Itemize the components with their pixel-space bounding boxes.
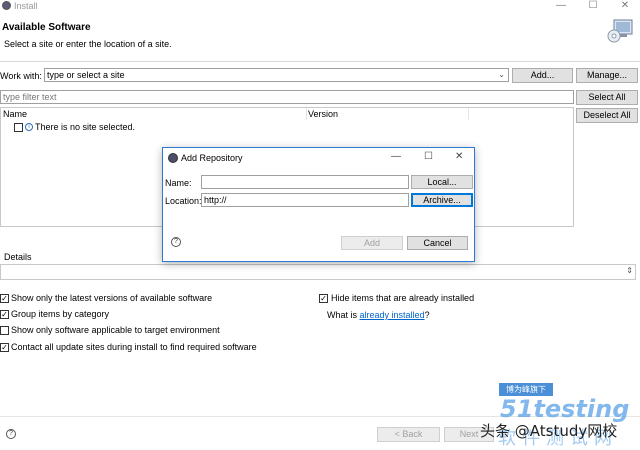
work-with-combo[interactable]: type or select a site ⌄	[44, 68, 509, 82]
dialog-close-button[interactable]: ✕	[455, 151, 463, 162]
chevron-down-icon[interactable]: ⌄	[498, 69, 505, 81]
hide-installed-checkbox[interactable]: ✓	[319, 294, 328, 303]
dialog-minimize-button[interactable]: —	[391, 151, 401, 162]
deselect-all-button[interactable]: Deselect All	[576, 108, 638, 123]
latest-versions-checkbox[interactable]: ✓	[0, 294, 9, 303]
header-divider	[0, 61, 640, 62]
applicable-only-label: Show only software applicable to target …	[11, 325, 220, 335]
help-icon[interactable]: ?	[6, 429, 16, 439]
back-button[interactable]: < Back	[377, 427, 440, 442]
empty-table-message: There is no site selected.	[35, 122, 136, 132]
what-is-prefix: What is	[327, 310, 358, 320]
page-subtitle: Select a site or enter the location of a…	[4, 39, 172, 49]
group-by-category-checkbox[interactable]: ✓	[0, 310, 9, 319]
scroll-arrows-icon[interactable]: ⇕	[626, 266, 633, 275]
dialog-maximize-button[interactable]: ☐	[424, 151, 433, 162]
column-divider	[468, 108, 469, 120]
minimize-button[interactable]: —	[548, 0, 574, 12]
dialog-title: Add Repository	[181, 153, 243, 163]
info-icon: i	[25, 123, 33, 131]
name-input[interactable]	[201, 175, 409, 189]
name-label: Name:	[165, 178, 192, 188]
eclipse-app-icon	[2, 1, 11, 10]
watermark-brand: 51testing	[500, 395, 630, 423]
manage-sites-button[interactable]: Manage...	[576, 68, 638, 83]
details-area[interactable]: ⇕	[0, 264, 636, 280]
contact-all-checkbox[interactable]: ✓	[0, 343, 9, 352]
filter-input[interactable]: type filter text	[0, 90, 574, 104]
details-label: Details	[4, 252, 32, 262]
location-label: Location:	[165, 196, 202, 206]
add-site-button[interactable]: Add...	[512, 68, 573, 83]
dialog-help-icon[interactable]: ?	[171, 237, 181, 247]
contact-all-label: Contact all update sites during install …	[11, 342, 257, 352]
archive-button[interactable]: Archive...	[411, 193, 473, 207]
add-repository-dialog: Add Repository — ☐ ✕ Name: Local... Loca…	[162, 147, 475, 262]
column-header-version[interactable]: Version	[308, 109, 338, 119]
work-with-value: type or select a site	[47, 70, 125, 80]
dialog-add-button[interactable]: Add	[341, 236, 403, 250]
group-by-category-label: Group items by category	[11, 309, 110, 319]
eclipse-dialog-icon	[168, 153, 178, 163]
location-input[interactable]: http://	[201, 193, 409, 207]
latest-versions-label: Show only the latest versions of availab…	[11, 293, 213, 303]
window-titlebar: Install — ☐ ✕	[0, 0, 640, 13]
empty-row-checkbox[interactable]	[14, 123, 23, 132]
page-title: Available Software	[2, 22, 91, 33]
dialog-cancel-button[interactable]: Cancel	[407, 236, 468, 250]
hide-installed-label: Hide items that are already installed	[331, 293, 475, 303]
column-header-name[interactable]: Name	[3, 109, 27, 119]
column-divider	[306, 108, 307, 120]
watermark-credit: 头条 @Atstudy网校	[480, 422, 618, 440]
already-installed-link[interactable]: already installed	[360, 310, 425, 320]
select-all-button[interactable]: Select All	[576, 90, 638, 105]
maximize-button[interactable]: ☐	[580, 0, 606, 12]
close-button[interactable]: ✕	[612, 0, 638, 12]
what-is-installed-text: What is already installed?	[327, 310, 430, 320]
window-title: Install	[14, 1, 38, 11]
install-banner-icon	[606, 18, 634, 44]
what-is-suffix: ?	[424, 310, 430, 320]
local-button[interactable]: Local...	[411, 175, 473, 189]
work-with-label: Work with:	[0, 71, 42, 81]
applicable-only-checkbox[interactable]	[0, 326, 9, 335]
